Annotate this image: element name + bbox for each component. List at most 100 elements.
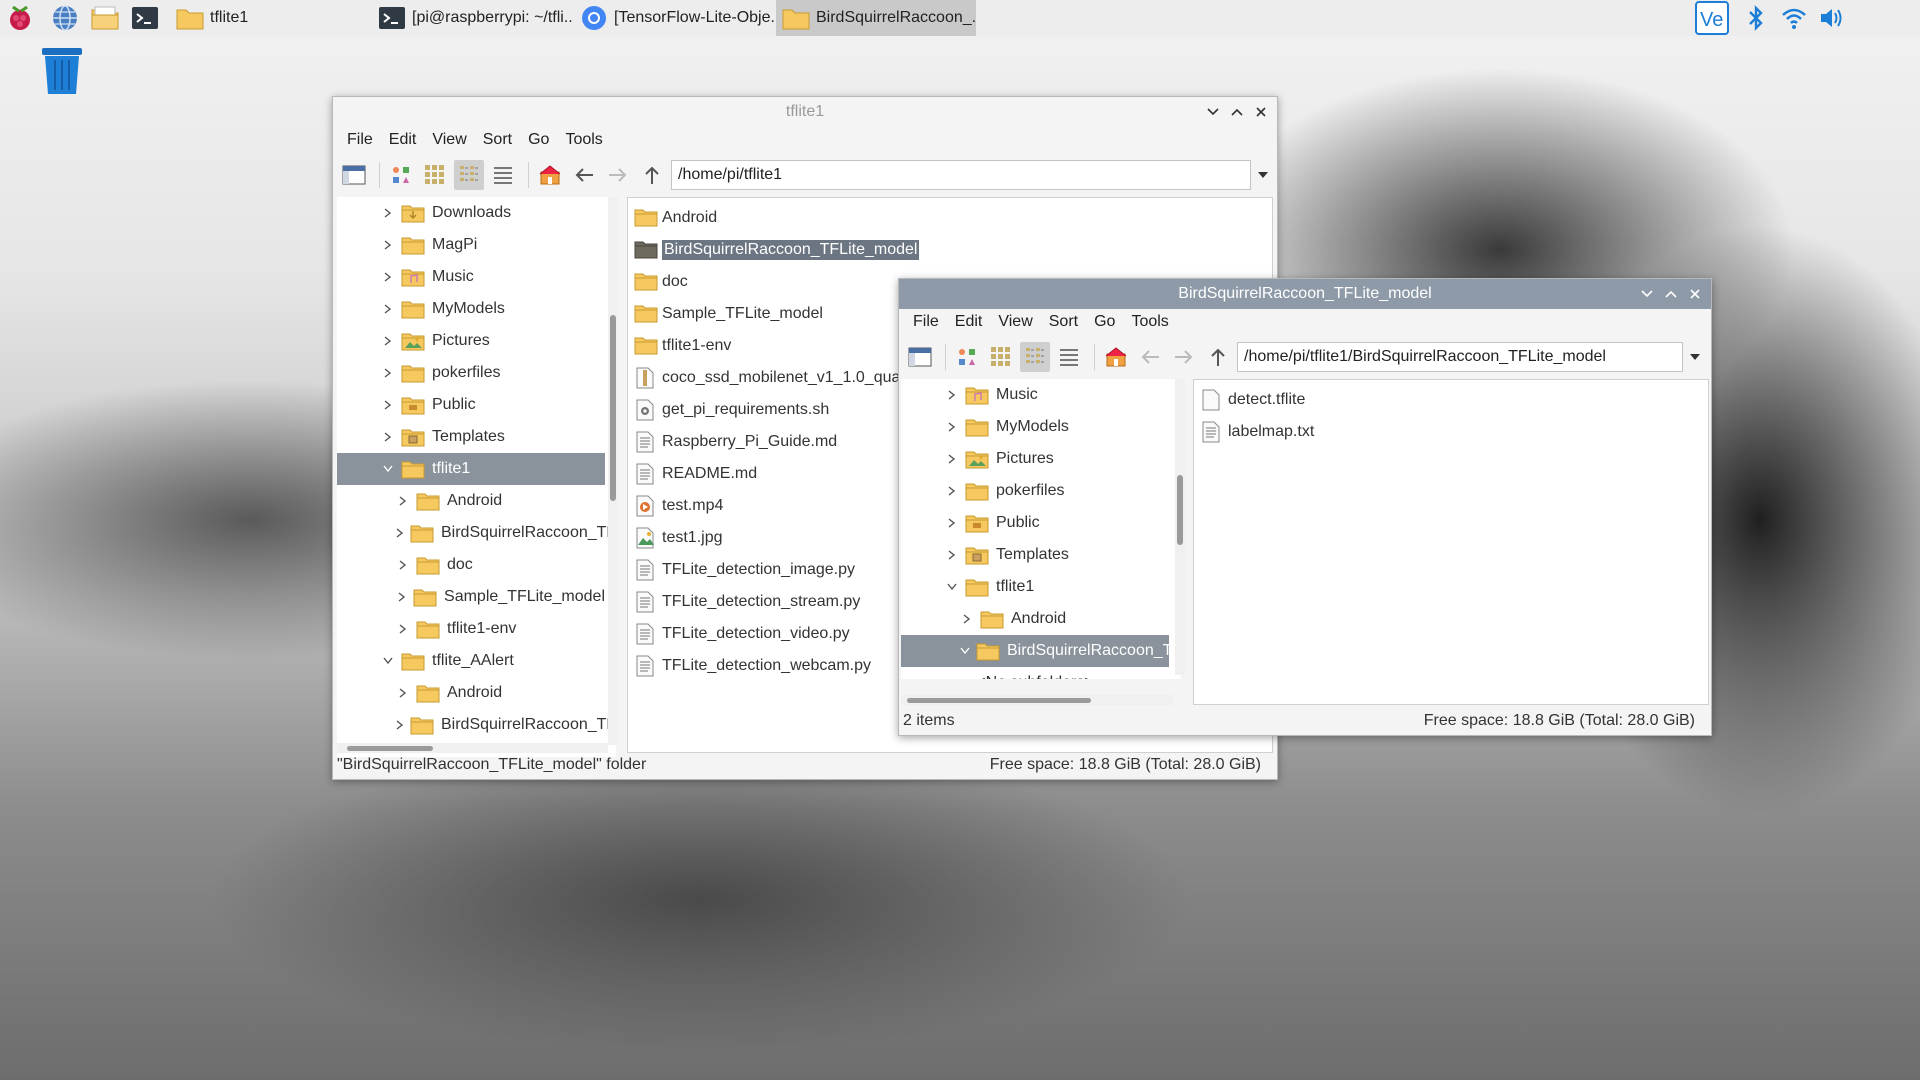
file-item[interactable]: detect.tflite xyxy=(1200,384,1305,416)
task-chromium[interactable]: [TensorFlow-Lite-Obje... xyxy=(574,0,774,36)
maximize-button[interactable] xyxy=(1661,284,1681,304)
collapse-arrow-icon[interactable] xyxy=(381,462,395,476)
tree-item[interactable]: tflite1 xyxy=(337,453,605,485)
thumbnail-view-icon[interactable] xyxy=(420,160,450,190)
tree-vertical-scrollbar[interactable] xyxy=(1175,379,1185,675)
close-button[interactable] xyxy=(1251,102,1271,122)
expand-arrow-icon[interactable] xyxy=(945,484,959,498)
home-icon[interactable] xyxy=(1101,342,1131,372)
file-item[interactable]: TFLite_detection_image.py xyxy=(634,554,855,586)
menu-go[interactable]: Go xyxy=(520,131,557,149)
file-item[interactable]: test1.jpg xyxy=(634,522,722,554)
task-birdsquirrel[interactable]: BirdSquirrelRaccoon_... xyxy=(776,0,976,36)
expand-arrow-icon[interactable] xyxy=(396,558,410,572)
tree-item[interactable]: BirdSquirrelRaccoon_TF xyxy=(337,517,616,549)
tree-item[interactable]: tflite1 xyxy=(901,571,1169,603)
web-browser-icon[interactable] xyxy=(50,3,80,33)
tree-item[interactable]: MyModels xyxy=(337,293,605,325)
file-item[interactable]: TFLite_detection_video.py xyxy=(634,618,850,650)
tree-item[interactable]: Android xyxy=(337,485,605,517)
tree-item[interactable]: tflite1-env xyxy=(337,613,605,645)
expand-arrow-icon[interactable] xyxy=(381,366,395,380)
up-icon[interactable] xyxy=(1203,342,1233,372)
collapse-arrow-icon[interactable] xyxy=(945,580,959,594)
tree-item[interactable]: Android xyxy=(901,603,1169,635)
tree-horizontal-scrollbar[interactable] xyxy=(901,695,1173,705)
tree-item[interactable]: tflite_AAlert xyxy=(337,645,605,677)
collapse-arrow-icon[interactable] xyxy=(381,654,395,668)
task-terminal[interactable]: [pi@raspberrypi: ~/tfli... xyxy=(372,0,572,36)
expand-arrow-icon[interactable] xyxy=(396,718,404,732)
path-input[interactable] xyxy=(671,160,1251,190)
file-item[interactable]: Raspberry_Pi_Guide.md xyxy=(634,426,837,458)
tree-item[interactable]: Android xyxy=(337,677,605,709)
file-item[interactable]: TFLite_detection_stream.py xyxy=(634,586,860,618)
minimize-button[interactable] xyxy=(1203,102,1223,122)
tree-item[interactable]: Pictures xyxy=(901,443,1169,475)
terminal-icon[interactable] xyxy=(130,3,160,33)
tree-item[interactable]: Public xyxy=(901,507,1169,539)
tree-item[interactable]: doc xyxy=(337,549,605,581)
list-view-icon[interactable] xyxy=(488,160,518,190)
tree-item[interactable]: Templates xyxy=(901,539,1169,571)
tree-item[interactable]: MagPi xyxy=(337,229,605,261)
tree-item[interactable]: Downloads xyxy=(337,197,605,229)
menu-view[interactable]: View xyxy=(424,131,474,149)
menu-file[interactable]: File xyxy=(905,313,947,331)
tree-item[interactable]: MyModels xyxy=(901,411,1169,443)
wastebasket-icon[interactable] xyxy=(38,46,86,96)
collapse-arrow-icon[interactable] xyxy=(960,644,970,658)
expand-arrow-icon[interactable] xyxy=(381,270,395,284)
icon-view-icon[interactable] xyxy=(386,160,416,190)
tree-item[interactable]: Public xyxy=(337,389,605,421)
path-input[interactable] xyxy=(1237,342,1683,372)
expand-arrow-icon[interactable] xyxy=(396,622,410,636)
expand-arrow-icon[interactable] xyxy=(945,516,959,530)
file-item[interactable]: labelmap.txt xyxy=(1200,416,1314,448)
folder-item[interactable]: BirdSquirrelRaccoon_TFLite_model xyxy=(634,234,920,266)
icon-view-icon[interactable] xyxy=(952,342,982,372)
minimize-button[interactable] xyxy=(1637,284,1657,304)
tree-item[interactable]: pokerfiles xyxy=(901,475,1169,507)
menu-sort[interactable]: Sort xyxy=(475,131,520,149)
menu-view[interactable]: View xyxy=(990,313,1040,331)
menu-tools[interactable]: Tools xyxy=(1123,313,1176,331)
tree-item[interactable]: Templates xyxy=(337,421,605,453)
forward-icon[interactable] xyxy=(603,160,633,190)
up-icon[interactable] xyxy=(637,160,667,190)
expand-arrow-icon[interactable] xyxy=(381,430,395,444)
folder-item[interactable]: tflite1-env xyxy=(634,330,731,362)
list-view-icon[interactable] xyxy=(1054,342,1084,372)
file-item[interactable]: coco_ssd_mobilenet_v1_1.0_quan xyxy=(634,362,909,394)
thumbnail-view-icon[interactable] xyxy=(986,342,1016,372)
window-titlebar[interactable]: tflite1 xyxy=(333,97,1277,127)
expand-arrow-icon[interactable] xyxy=(945,548,959,562)
expand-arrow-icon[interactable] xyxy=(396,590,407,604)
vnc-icon[interactable]: Ve xyxy=(1694,0,1730,36)
expand-arrow-icon[interactable] xyxy=(381,238,395,252)
tree-item[interactable]: pokerfiles xyxy=(337,357,605,389)
close-button[interactable] xyxy=(1685,284,1705,304)
forward-icon[interactable] xyxy=(1169,342,1199,372)
wifi-icon[interactable] xyxy=(1776,0,1812,36)
back-icon[interactable] xyxy=(569,160,599,190)
menu-edit[interactable]: Edit xyxy=(381,131,425,149)
file-item[interactable]: test.mp4 xyxy=(634,490,723,522)
volume-icon[interactable] xyxy=(1814,0,1850,36)
menu-file[interactable]: File xyxy=(339,131,381,149)
folder-item[interactable]: doc xyxy=(634,266,688,298)
tree-item[interactable]: Music xyxy=(337,261,605,293)
expand-arrow-icon[interactable] xyxy=(945,452,959,466)
window-titlebar[interactable]: BirdSquirrelRaccoon_TFLite_model xyxy=(899,279,1711,309)
file-item[interactable]: TFLite_detection_webcam.py xyxy=(634,650,871,682)
back-icon[interactable] xyxy=(1135,342,1165,372)
menu-sort[interactable]: Sort xyxy=(1041,313,1086,331)
new-window-icon[interactable] xyxy=(905,342,935,372)
expand-arrow-icon[interactable] xyxy=(945,420,959,434)
folder-item[interactable]: Sample_TFLite_model xyxy=(634,298,823,330)
home-icon[interactable] xyxy=(535,160,565,190)
bluetooth-icon[interactable] xyxy=(1738,0,1774,36)
new-window-icon[interactable] xyxy=(339,160,369,190)
tree-item[interactable]: Sample_TFLite_model xyxy=(337,581,605,613)
file-manager-icon[interactable] xyxy=(90,3,120,33)
